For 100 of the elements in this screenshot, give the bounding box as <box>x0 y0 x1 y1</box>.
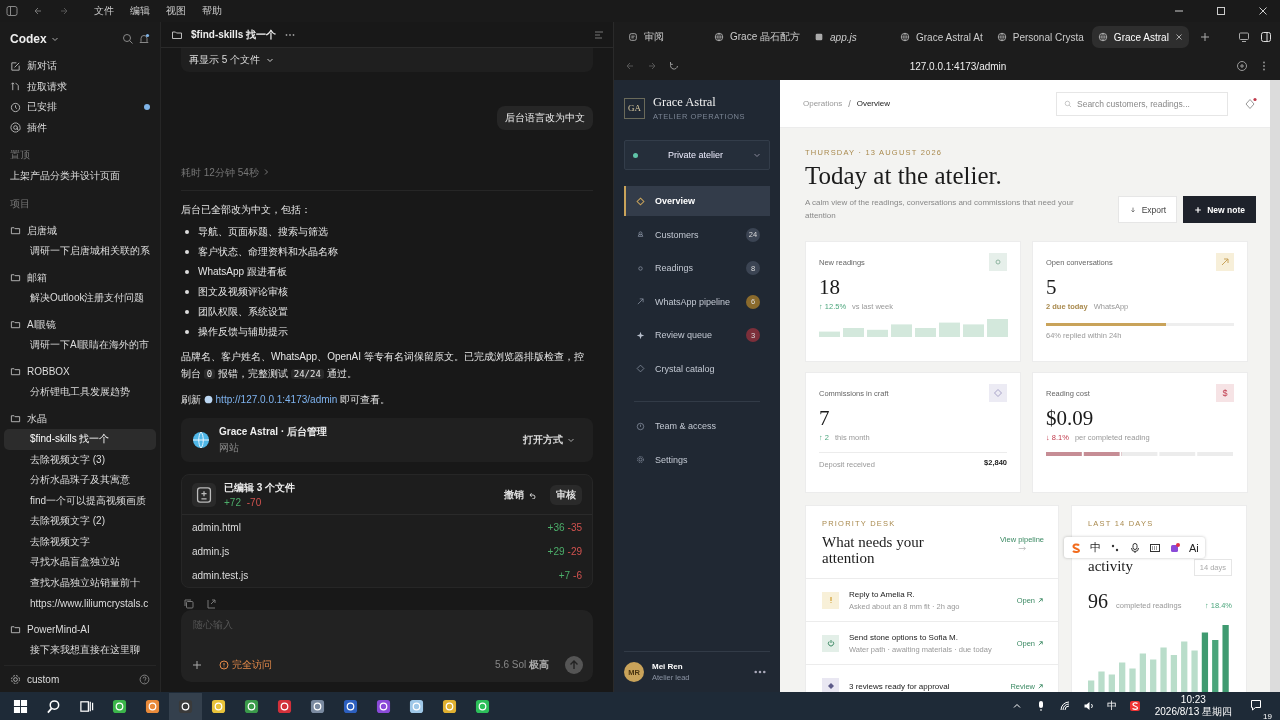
app-icon[interactable] <box>169 692 202 720</box>
thread-item[interactable]: 分析锂电工具发展趋势 <box>4 382 156 403</box>
volume-icon[interactable] <box>1082 700 1095 712</box>
stat-icon: $ <box>1216 384 1234 402</box>
input-method-logo-icon[interactable] <box>1128 700 1141 712</box>
close-icon[interactable] <box>1258 6 1268 16</box>
thread-item[interactable]: 寻找水晶盲盒独立站 <box>4 552 156 573</box>
nav-item[interactable]: Settings <box>624 444 770 475</box>
project-folder[interactable]: PowerMind-AI <box>4 619 156 640</box>
open-with-button[interactable]: 打开方式 <box>517 430 581 450</box>
app-title[interactable]: Codex <box>10 32 47 46</box>
maximize-icon[interactable] <box>1216 6 1226 16</box>
browser-tab[interactable]: Grace Astral At <box>894 26 989 48</box>
review-button[interactable]: 审核 <box>550 484 582 505</box>
close-icon[interactable] <box>1174 33 1183 41</box>
thread-item[interactable]: 去除视频文字 (2) <box>4 511 156 532</box>
at-sign-icon <box>10 122 21 134</box>
folder-icon <box>10 272 21 284</box>
duration-label[interactable]: 耗时 12分钟 54秒 <box>181 166 593 180</box>
admin-link[interactable]: http://127.0.0.1:4173/admin <box>215 394 338 405</box>
nav-item[interactable]: Overview <box>624 186 770 216</box>
share-icon[interactable] <box>205 598 217 610</box>
nav-item[interactable]: Crystal catalog <box>624 353 770 384</box>
screen-icon[interactable] <box>1238 31 1250 43</box>
sidebar-item[interactable]: 插件 <box>4 117 156 138</box>
thread-item[interactable]: 调研一下启唐城相关联的系 <box>4 241 156 262</box>
add-icon[interactable] <box>191 659 203 671</box>
settings-icon[interactable] <box>10 673 21 685</box>
back-icon[interactable] <box>32 5 44 17</box>
menu-item[interactable]: 帮助 <box>202 4 222 18</box>
thread-item[interactable]: https://www.liliumcrystals.c <box>4 593 156 614</box>
address-bar[interactable]: 127.0.0.1:4173/admin <box>690 60 1226 72</box>
model-selector[interactable]: 5.6 Sol 极高 <box>489 657 555 673</box>
menu-item[interactable]: 文件 <box>94 4 114 18</box>
sparkle-icon <box>636 330 645 340</box>
undo-button[interactable]: 撤销 <box>498 484 542 505</box>
arrow-up-right-icon <box>636 297 645 306</box>
keyboard-icon[interactable] <box>1149 541 1161 554</box>
copy-icon[interactable] <box>183 598 195 610</box>
thread-item[interactable]: 去除视频文字 (3) <box>4 449 156 470</box>
add-icon[interactable] <box>1236 60 1248 72</box>
thread-item[interactable]: 解决Outlook注册支付问题 <box>4 288 156 309</box>
profile-name[interactable]: custom <box>27 673 133 685</box>
thread-item[interactable]: 去除视频文字 <box>4 531 156 552</box>
input-method-logo-icon[interactable] <box>1070 541 1082 554</box>
brand-monogram: GA <box>624 97 645 119</box>
thread-item[interactable]: 接下来我想直接在这里聊 <box>4 640 156 661</box>
file-row[interactable]: admin.test.js +7 -6 <box>182 563 592 587</box>
thread-item[interactable]: 调研一下AI眼睛在海外的市 <box>4 335 156 356</box>
new-note-button[interactable]: New note <box>1183 196 1256 223</box>
skin-icon[interactable] <box>1169 541 1181 554</box>
browser-tab[interactable]: app.js <box>808 26 892 48</box>
sidebar-toggle-icon[interactable] <box>6 5 18 17</box>
file-row[interactable]: admin.html +36 -35 <box>182 515 592 539</box>
notification-icon[interactable] <box>1250 699 1262 711</box>
bell-icon[interactable] <box>138 33 150 45</box>
breadcrumb-item[interactable]: Overview <box>856 99 890 108</box>
ai-assistant-button[interactable]: Ai <box>1189 541 1199 554</box>
sidebar-item[interactable]: 新对话 <box>4 56 156 77</box>
info-icon <box>219 660 229 670</box>
project-folder[interactable]: 启唐城 <box>4 220 156 241</box>
wifi-icon[interactable] <box>1058 700 1071 712</box>
thread-item[interactable]: 上架产品分类并设计页面 <box>4 166 156 187</box>
sidebar-item[interactable]: 已安排 <box>4 97 156 118</box>
workspace-selector[interactable]: Private atelier <box>624 140 770 170</box>
input-language[interactable]: 中 <box>1106 699 1117 713</box>
response-text: 后台已全部改为中文，包括： <box>181 203 312 217</box>
project-folder[interactable]: 水晶 <box>4 408 156 429</box>
project-folder[interactable]: AI眼镜 <box>4 314 156 335</box>
browser-tab[interactable]: Grace 晶石配方 <box>708 26 806 48</box>
access-mode-button[interactable]: 完全访问 <box>213 657 278 673</box>
browser-tab[interactable]: 审阅 <box>622 26 706 48</box>
new-tab-icon[interactable] <box>1198 31 1211 43</box>
show-more-files-button[interactable]: 再显示 5 个文件 <box>181 48 593 72</box>
browser-tab[interactable]: Personal Crysta <box>990 26 1090 48</box>
split-view-icon[interactable] <box>1260 31 1272 43</box>
thread-item[interactable]: 分析水晶珠子及其寓意 <box>4 470 156 491</box>
stat-value: 18 <box>819 275 841 300</box>
more-icon[interactable] <box>754 670 766 674</box>
reload-icon[interactable] <box>668 60 680 72</box>
thread-item[interactable]: 查找水晶独立站销量前十 <box>4 572 156 593</box>
thread-item[interactable]: find一个可以提高视频画质 <box>4 490 156 511</box>
clock-date[interactable]: 2026/8/13 星期四 <box>1154 706 1232 718</box>
ime-mode[interactable]: 中 <box>1090 540 1101 555</box>
project-folder[interactable]: 邮箱 <box>4 267 156 288</box>
clock-time[interactable]: 10:23 <box>1180 694 1206 706</box>
nav-item[interactable]: Team & access <box>624 411 770 441</box>
export-button[interactable]: Export <box>1117 196 1178 223</box>
microphone-icon[interactable] <box>1129 541 1141 554</box>
file-row[interactable]: admin.js +29 -29 <box>182 539 592 563</box>
sidebar-item[interactable]: 拉取请求 <box>4 76 156 97</box>
search-field[interactable]: Search customers, readings... <box>1056 91 1228 116</box>
browser-tab[interactable]: Grace Astral <box>1091 26 1189 48</box>
task-title: Reply to Amelia R. <box>849 589 916 599</box>
menu-item[interactable]: 视图 <box>166 4 186 18</box>
project-folder[interactable]: ROBBOX <box>4 361 156 382</box>
help-icon[interactable] <box>139 673 150 685</box>
thread-item[interactable]: $find-skills 找一个 <box>4 429 156 450</box>
menu-item[interactable]: 编辑 <box>130 4 150 18</box>
user-message: 后台语言改为中文 <box>497 106 593 130</box>
